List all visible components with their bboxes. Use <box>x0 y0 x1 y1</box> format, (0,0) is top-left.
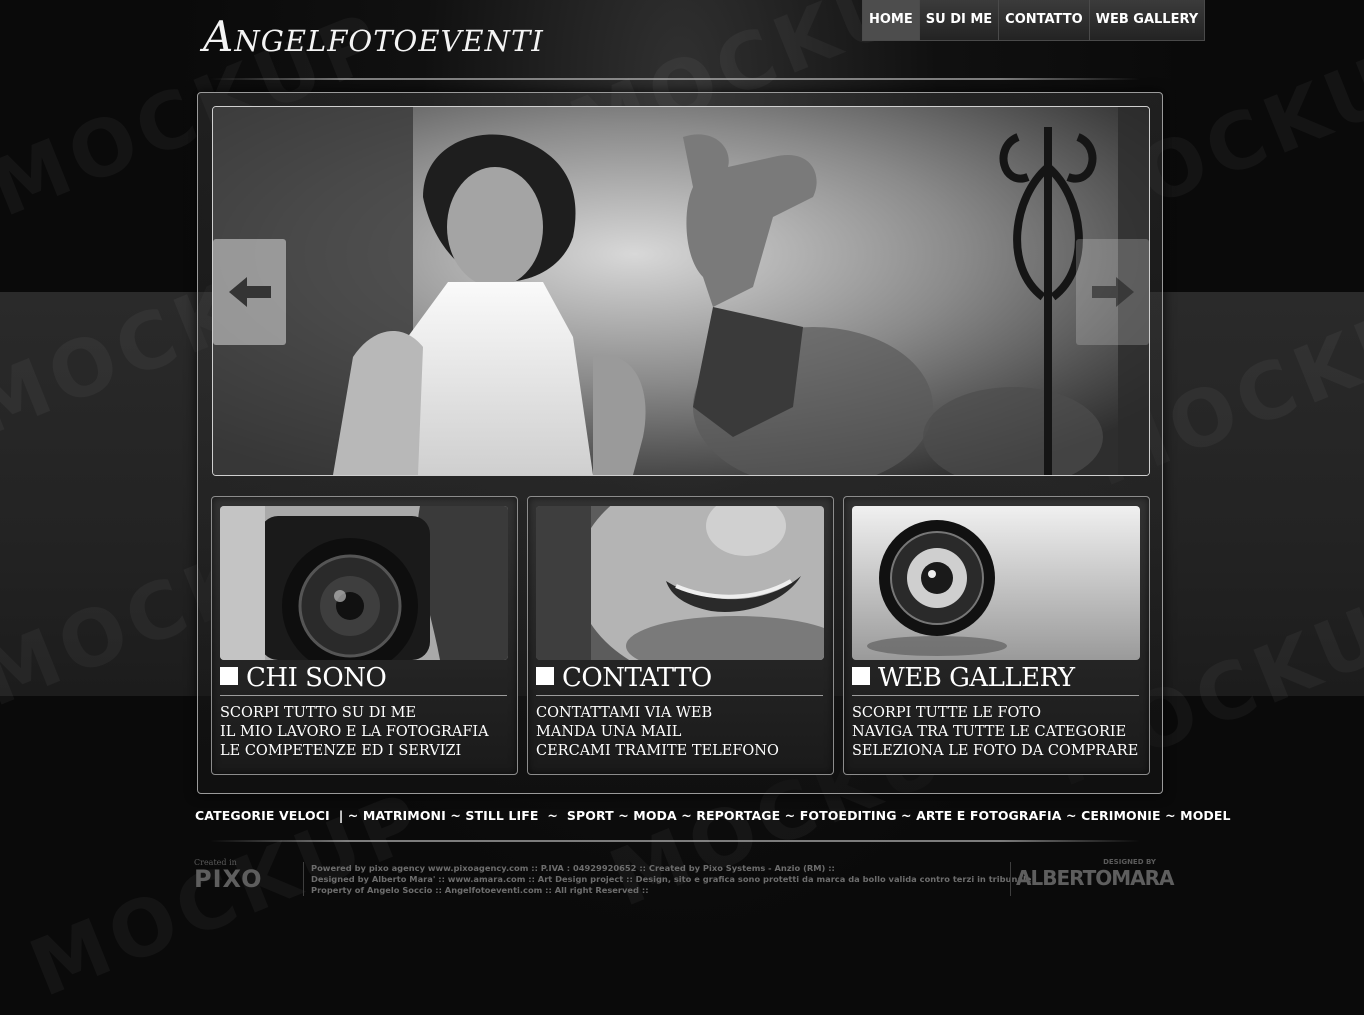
card-title-text: WEB GALLERY <box>878 663 1075 693</box>
card-contatto[interactable]: CONTATTO CONTATTAMI VIA WEB MANDA UNA MA… <box>527 496 834 775</box>
quick-categories-separator: | <box>338 808 344 823</box>
square-bullet-icon <box>852 667 870 685</box>
square-bullet-icon <box>220 667 238 685</box>
hero-photo <box>213 107 1149 475</box>
header-divider <box>210 78 1140 80</box>
nav-item-contatto[interactable]: CONTATTO <box>999 0 1090 40</box>
card-line: SCORPI TUTTO SU DI ME <box>220 705 417 721</box>
card-title-text: CHI SONO <box>246 663 387 693</box>
nav-item-web-gallery[interactable]: WEB GALLERY <box>1090 0 1205 40</box>
category-link-arte-e-fotografia[interactable]: ARTE E FOTOGRAFIA <box>916 808 1062 823</box>
card-line: CERCAMI TRAMITE TELEFONO <box>536 743 779 759</box>
card-photo <box>220 506 508 660</box>
category-link-sport[interactable]: SPORT <box>567 808 614 823</box>
card-title: CHI SONO <box>220 663 387 693</box>
quick-categories: CATEGORIE VELOCI | ~ MATRIMONI ~ STILL L… <box>195 808 1231 823</box>
card-description: SCORPI TUTTE LE FOTO NAVIGA TRA TUTTE LE… <box>852 704 1142 761</box>
site-logo[interactable]: Angelfotoeventi <box>203 12 544 61</box>
hero-slider <box>212 106 1150 476</box>
card-description: CONTATTAMI VIA WEB MANDA UNA MAIL CERCAM… <box>536 704 826 761</box>
card-title: CONTATTO <box>536 663 712 693</box>
slider-prev-button[interactable] <box>213 239 286 345</box>
card-line: CONTATTAMI VIA WEB <box>536 705 713 721</box>
card-line: SCORPI TUTTE LE FOTO <box>852 705 1041 721</box>
card-title: WEB GALLERY <box>852 663 1075 693</box>
category-link-cerimonie[interactable]: CERIMONIE <box>1081 808 1161 823</box>
card-title-text: CONTATTO <box>562 663 712 693</box>
arrow-left-icon <box>228 277 271 307</box>
category-link-reportage[interactable]: REPORTAGE <box>696 808 780 823</box>
nav-item-home[interactable]: HOME <box>863 0 920 40</box>
category-link-model[interactable]: MODEL <box>1180 808 1230 823</box>
nav-item-su-di-me[interactable]: SU DI ME <box>920 0 1000 40</box>
designer-wordmark: ALBERTOMARA <box>1016 866 1175 890</box>
pixo-wordmark: PIXO <box>194 865 263 893</box>
card-line: LE COMPETENZE ED I SERVIZI <box>220 743 462 759</box>
footer-line: Powered by pixo agency www.pixoagency.co… <box>311 863 835 873</box>
footer-divider <box>210 840 1140 842</box>
camera-photographer-photo <box>220 506 508 660</box>
footer-separator <box>1010 862 1011 896</box>
designer-caption: DESIGNED BY <box>1103 858 1156 866</box>
footer-separator <box>303 862 304 896</box>
main-nav: HOME SU DI ME CONTATTO WEB GALLERY <box>862 0 1206 41</box>
category-link-fotoediting[interactable]: FOTOEDITING <box>800 808 897 823</box>
card-line: MANDA UNA MAIL <box>536 724 682 740</box>
slider-next-button[interactable] <box>1076 239 1149 345</box>
category-link-still-life[interactable]: STILL LIFE <box>465 808 538 823</box>
card-line: NAVIGA TRA TUTTE LE CATEGORIE <box>852 724 1127 740</box>
category-link-matrimoni[interactable]: MATRIMONI <box>363 808 446 823</box>
card-chi-sono[interactable]: CHI SONO SCORPI TUTTO SU DI ME IL MIO LA… <box>211 496 518 775</box>
category-link-moda[interactable]: MODA <box>633 808 677 823</box>
card-photo <box>536 506 824 660</box>
camera-lens-photo <box>852 506 1140 660</box>
card-divider <box>852 695 1139 696</box>
card-line: SELEZIONA LE FOTO DA COMPRARE <box>852 743 1139 759</box>
card-description: SCORPI TUTTO SU DI ME IL MIO LAVORO E LA… <box>220 704 510 761</box>
footer-line: Designed by Alberto Mara' :: www.amara.c… <box>311 874 1032 884</box>
pixo-logo[interactable]: Created in PIXO <box>194 858 294 894</box>
card-line: IL MIO LAVORO E LA FOTOGRAFIA <box>220 724 489 740</box>
footer-credits: Powered by pixo agency www.pixoagency.co… <box>311 863 1032 896</box>
arrow-right-icon <box>1091 277 1134 307</box>
card-web-gallery[interactable]: WEB GALLERY SCORPI TUTTE LE FOTO NAVIGA … <box>843 496 1150 775</box>
card-divider <box>220 695 507 696</box>
square-bullet-icon <box>536 667 554 685</box>
footer-line: Property of Angelo Soccio :: Angelfotoev… <box>311 885 649 895</box>
smiling-face-photo <box>536 506 824 660</box>
card-divider <box>536 695 823 696</box>
quick-categories-label: CATEGORIE VELOCI <box>195 808 330 823</box>
card-photo <box>852 506 1140 660</box>
designer-logo[interactable]: DESIGNED BY ALBERTOMARA <box>1016 858 1175 894</box>
